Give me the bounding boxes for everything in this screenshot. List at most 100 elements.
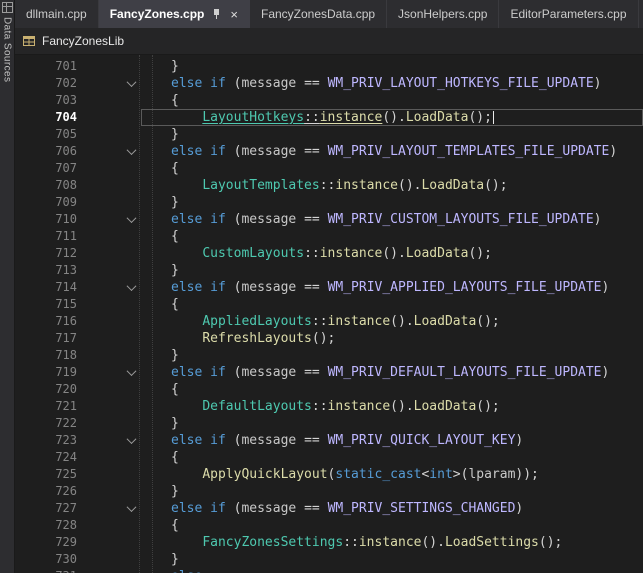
- code-text[interactable]: }: [141, 347, 643, 364]
- code-text[interactable]: {: [141, 381, 643, 398]
- code-text[interactable]: else if (message == WM_PRIV_DEFAULT_LAYO…: [141, 364, 643, 381]
- line-number[interactable]: 722: [15, 415, 87, 432]
- line-number[interactable]: 710: [15, 211, 87, 228]
- code-line-715[interactable]: 715{: [15, 296, 643, 313]
- line-number[interactable]: 725: [15, 466, 87, 483]
- line-number[interactable]: 718: [15, 347, 87, 364]
- code-line-730[interactable]: 730}: [15, 551, 643, 568]
- line-number[interactable]: 706: [15, 143, 87, 160]
- breakpoint-margin[interactable]: [87, 296, 121, 313]
- fold-collapse-icon[interactable]: [126, 213, 136, 223]
- line-number[interactable]: 731: [15, 568, 87, 573]
- breakpoint-margin[interactable]: [87, 126, 121, 143]
- code-line-717[interactable]: 717 RefreshLayouts();: [15, 330, 643, 347]
- breakpoint-margin[interactable]: [87, 194, 121, 211]
- breakpoint-margin[interactable]: [87, 466, 121, 483]
- code-text[interactable]: else if (message == WM_PRIV_LAYOUT_TEMPL…: [141, 143, 643, 160]
- breakpoint-margin[interactable]: [87, 483, 121, 500]
- line-number[interactable]: 715: [15, 296, 87, 313]
- line-number[interactable]: 709: [15, 194, 87, 211]
- code-text[interactable]: CustomLayouts::instance().LoadData();: [141, 245, 643, 262]
- breakpoint-margin[interactable]: [87, 415, 121, 432]
- code-line-729[interactable]: 729 FancyZonesSettings::instance().LoadS…: [15, 534, 643, 551]
- breakpoint-margin[interactable]: [87, 381, 121, 398]
- breakpoint-margin[interactable]: [87, 551, 121, 568]
- fold-margin[interactable]: [121, 75, 141, 92]
- line-number[interactable]: 729: [15, 534, 87, 551]
- code-text[interactable]: else: [141, 568, 643, 573]
- line-number[interactable]: 701: [15, 58, 87, 75]
- breakpoint-margin[interactable]: [87, 347, 121, 364]
- breakpoint-margin[interactable]: [87, 500, 121, 517]
- code-line-705[interactable]: 705}: [15, 126, 643, 143]
- fold-margin[interactable]: [121, 143, 141, 160]
- line-number[interactable]: 716: [15, 313, 87, 330]
- code-text[interactable]: {: [141, 160, 643, 177]
- code-line-704[interactable]: 704 LayoutHotkeys::instance().LoadData()…: [15, 109, 643, 126]
- fold-collapse-icon[interactable]: [126, 502, 136, 512]
- code-line-725[interactable]: 725 ApplyQuickLayout(static_cast<int>(lp…: [15, 466, 643, 483]
- line-number[interactable]: 721: [15, 398, 87, 415]
- fold-margin[interactable]: [121, 500, 141, 517]
- code-text[interactable]: {: [141, 517, 643, 534]
- line-number[interactable]: 704: [15, 109, 87, 126]
- code-text[interactable]: else if (message == WM_PRIV_LAYOUT_HOTKE…: [141, 75, 643, 92]
- code-line-701[interactable]: 701}: [15, 58, 643, 75]
- code-text[interactable]: AppliedLayouts::instance().LoadData();: [141, 313, 643, 330]
- line-number[interactable]: 707: [15, 160, 87, 177]
- breakpoint-margin[interactable]: [87, 245, 121, 262]
- line-number[interactable]: 724: [15, 449, 87, 466]
- tab-dllmain-cpp[interactable]: dllmain.cpp: [15, 0, 99, 28]
- code-line-706[interactable]: 706 else if (message == WM_PRIV_LAYOUT_TE…: [15, 143, 643, 160]
- code-text[interactable]: }: [141, 483, 643, 500]
- code-line-703[interactable]: 703{: [15, 92, 643, 109]
- breakpoint-margin[interactable]: [87, 143, 121, 160]
- code-text[interactable]: LayoutHotkeys::instance().LoadData();: [141, 109, 643, 126]
- line-number[interactable]: 730: [15, 551, 87, 568]
- line-number[interactable]: 719: [15, 364, 87, 381]
- breakpoint-margin[interactable]: [87, 109, 121, 126]
- breakpoint-margin[interactable]: [87, 75, 121, 92]
- breakpoint-margin[interactable]: [87, 568, 121, 573]
- code-line-723[interactable]: 723else if (message == WM_PRIV_QUICK_LAY…: [15, 432, 643, 449]
- line-number[interactable]: 705: [15, 126, 87, 143]
- code-text[interactable]: ApplyQuickLayout(static_cast<int>(lparam…: [141, 466, 643, 483]
- breakpoint-margin[interactable]: [87, 262, 121, 279]
- fold-margin[interactable]: [121, 211, 141, 228]
- tab-editorparameters-cpp[interactable]: EditorParameters.cpp: [499, 0, 638, 28]
- breakpoint-margin[interactable]: [87, 58, 121, 75]
- line-number[interactable]: 717: [15, 330, 87, 347]
- line-number[interactable]: 714: [15, 279, 87, 296]
- code-text[interactable]: }: [141, 262, 643, 279]
- fold-collapse-icon[interactable]: [126, 366, 136, 376]
- code-editor[interactable]: 701}702else if (message == WM_PRIV_LAYOU…: [15, 55, 643, 573]
- code-text[interactable]: }: [141, 415, 643, 432]
- code-text[interactable]: else if (message == WM_PRIV_SETTINGS_CHA…: [141, 500, 643, 517]
- fold-margin[interactable]: [121, 568, 141, 573]
- sidebar-tab-data-sources[interactable]: Data Sources: [2, 17, 13, 82]
- fold-margin[interactable]: [121, 364, 141, 381]
- code-text[interactable]: else if (message == WM_PRIV_CUSTOM_LAYOU…: [141, 211, 643, 228]
- line-number[interactable]: 711: [15, 228, 87, 245]
- breakpoint-margin[interactable]: [87, 517, 121, 534]
- fold-margin[interactable]: [121, 432, 141, 449]
- line-number[interactable]: 702: [15, 75, 87, 92]
- code-text[interactable]: FancyZonesSettings::instance().LoadSetti…: [141, 534, 643, 551]
- breakpoint-margin[interactable]: [87, 313, 121, 330]
- line-number[interactable]: 728: [15, 517, 87, 534]
- tab-jsonhelpers-cpp[interactable]: JsonHelpers.cpp: [387, 0, 499, 28]
- code-line-710[interactable]: 710 else if (message == WM_PRIV_CUSTOM_LA…: [15, 211, 643, 228]
- code-text[interactable]: DefaultLayouts::instance().LoadData();: [141, 398, 643, 415]
- line-number[interactable]: 708: [15, 177, 87, 194]
- code-line-719[interactable]: 719 else if (message == WM_PRIV_DEFAULT_L…: [15, 364, 643, 381]
- code-text[interactable]: LayoutTemplates::instance().LoadData();: [141, 177, 643, 194]
- code-text[interactable]: }: [141, 551, 643, 568]
- code-line-731[interactable]: 731 else: [15, 568, 643, 573]
- code-line-721[interactable]: 721 DefaultLayouts::instance().LoadData(…: [15, 398, 643, 415]
- code-text[interactable]: {: [141, 449, 643, 466]
- code-text[interactable]: }: [141, 194, 643, 211]
- code-text[interactable]: {: [141, 228, 643, 245]
- close-icon[interactable]: ×: [230, 8, 238, 21]
- line-number[interactable]: 726: [15, 483, 87, 500]
- code-line-712[interactable]: 712 CustomLayouts::instance().LoadData()…: [15, 245, 643, 262]
